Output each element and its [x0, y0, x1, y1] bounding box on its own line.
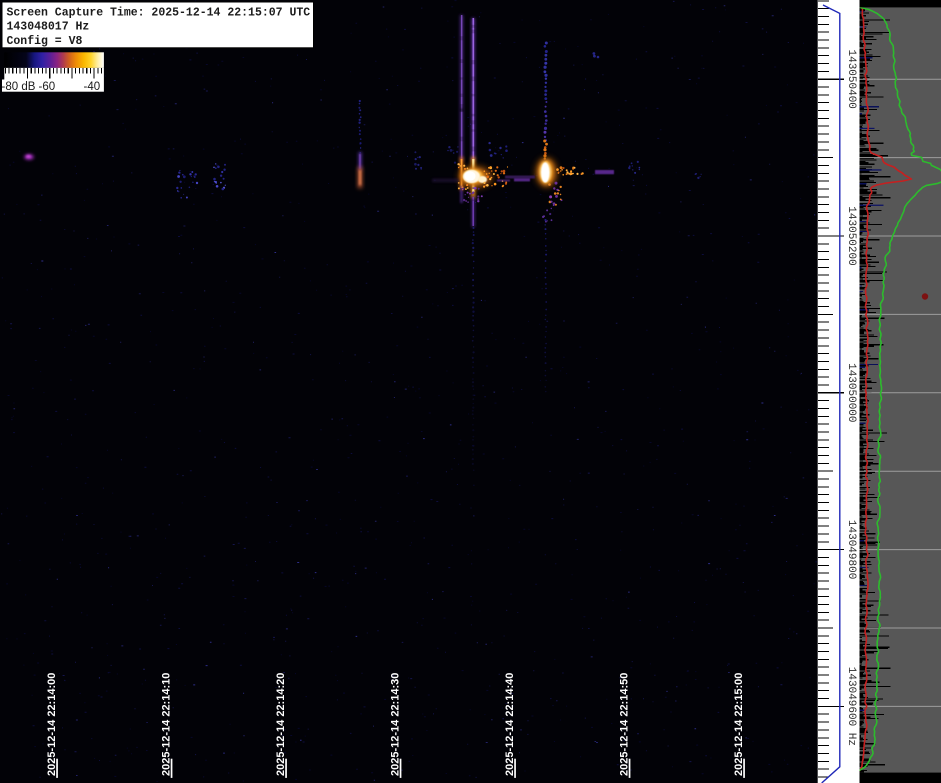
svg-text:-60: -60 [39, 81, 56, 93]
svg-text:143050200: 143050200 [845, 206, 857, 265]
svg-text:Screen Capture Time: 2025-12-1: Screen Capture Time: 2025-12-14 22:15:07… [7, 6, 311, 19]
svg-text:143050400: 143050400 [845, 49, 857, 108]
svg-text:-80 dB: -80 dB [2, 81, 36, 93]
svg-text:2025-12-14 22:14:50: 2025-12-14 22:14:50 [618, 673, 630, 776]
svg-text:143050000: 143050000 [845, 363, 857, 422]
svg-text:2025-12-14 22:15:00: 2025-12-14 22:15:00 [733, 673, 745, 776]
svg-text:143048017 Hz: 143048017 Hz [7, 21, 90, 34]
svg-text:-40: -40 [84, 81, 101, 93]
svg-text:2025-12-14 22:14:00: 2025-12-14 22:14:00 [46, 673, 58, 776]
svg-text:2025-12-14 22:14:10: 2025-12-14 22:14:10 [160, 673, 172, 776]
svg-text:2025-12-14 22:14:40: 2025-12-14 22:14:40 [504, 673, 516, 776]
svg-text:143049800: 143049800 [845, 520, 857, 579]
svg-text:143049600 Hz: 143049600 Hz [845, 667, 857, 746]
svg-text:2025-12-14 22:14:30: 2025-12-14 22:14:30 [389, 673, 401, 776]
svg-text:2025-12-14 22:14:20: 2025-12-14 22:14:20 [275, 673, 287, 776]
svg-text:Config = V8: Config = V8 [7, 35, 83, 48]
